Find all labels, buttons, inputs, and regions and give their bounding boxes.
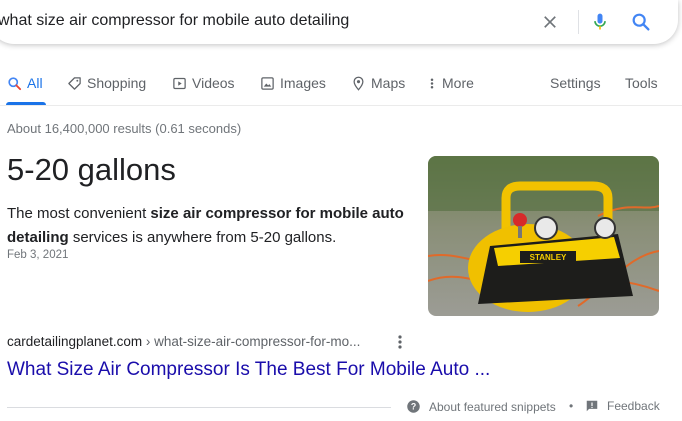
feedback-label: Feedback xyxy=(607,399,660,413)
search-icon xyxy=(8,76,22,90)
mic-icon[interactable] xyxy=(590,10,610,34)
more-options-icon[interactable] xyxy=(394,334,406,350)
snippet-date: Feb 3, 2021 xyxy=(7,249,69,261)
tab-label: Videos xyxy=(192,75,235,91)
search-divider xyxy=(578,10,579,34)
snippet-post: services is anywhere from 5-20 gallons. xyxy=(68,229,337,246)
help-icon: ? xyxy=(407,400,420,413)
featured-image[interactable]: STANLEY xyxy=(428,156,659,316)
tab-all[interactable]: All xyxy=(7,75,43,91)
cite-domain: cardetailingplanet.com xyxy=(7,334,143,349)
search-icon[interactable] xyxy=(630,11,652,33)
map-pin-icon xyxy=(353,76,364,91)
snippet-pre: The most convenient xyxy=(7,205,151,222)
search-bar: what size air compressor for mobile auto… xyxy=(0,0,678,44)
tools-link[interactable]: Tools xyxy=(625,75,658,91)
result-cite: cardetailingplanet.com › what-size-air-c… xyxy=(7,334,360,349)
about-label: About featured snippets xyxy=(429,399,556,414)
tab-label: Images xyxy=(280,75,326,91)
more-vert-icon xyxy=(430,78,434,88)
tab-maps[interactable]: Maps xyxy=(351,75,405,91)
tab-shopping[interactable]: Shopping xyxy=(67,75,146,91)
tag-icon xyxy=(68,76,81,90)
settings-link[interactable]: Settings xyxy=(550,75,601,91)
search-tabs: All Shopping Videos Images Maps More Set… xyxy=(0,66,682,106)
tab-videos[interactable]: Videos xyxy=(172,75,235,91)
feedback-link[interactable]: Feedback xyxy=(585,399,660,413)
tab-label: Maps xyxy=(371,75,406,91)
featured-answer: 5-20 gallons xyxy=(7,152,176,187)
snippet-text: The most convenient size air compressor … xyxy=(7,202,407,250)
tab-label: All xyxy=(27,75,43,91)
about-featured-snippets[interactable]: ? About featured snippets xyxy=(406,399,556,414)
result-title-link[interactable]: What Size Air Compressor Is The Best For… xyxy=(7,359,490,381)
brand-label: STANLEY xyxy=(530,253,567,262)
snippet-divider xyxy=(7,407,391,408)
svg-text:?: ? xyxy=(411,402,416,412)
result-stats: About 16,400,000 results (0.61 seconds) xyxy=(7,121,242,136)
search-input[interactable]: what size air compressor for mobile auto… xyxy=(0,12,349,30)
tab-more[interactable]: More xyxy=(427,75,474,91)
clear-icon[interactable] xyxy=(540,12,560,32)
feedback-icon xyxy=(586,400,598,412)
footer-separator: • xyxy=(569,399,574,413)
tabs-divider xyxy=(0,105,682,106)
tab-images[interactable]: Images xyxy=(260,75,326,91)
cite-path: › what-size-air-compressor-for-mo... xyxy=(142,334,361,349)
play-icon xyxy=(173,77,186,89)
tab-label: More xyxy=(442,75,474,91)
tab-label: Shopping xyxy=(87,75,147,91)
image-icon xyxy=(261,76,274,90)
